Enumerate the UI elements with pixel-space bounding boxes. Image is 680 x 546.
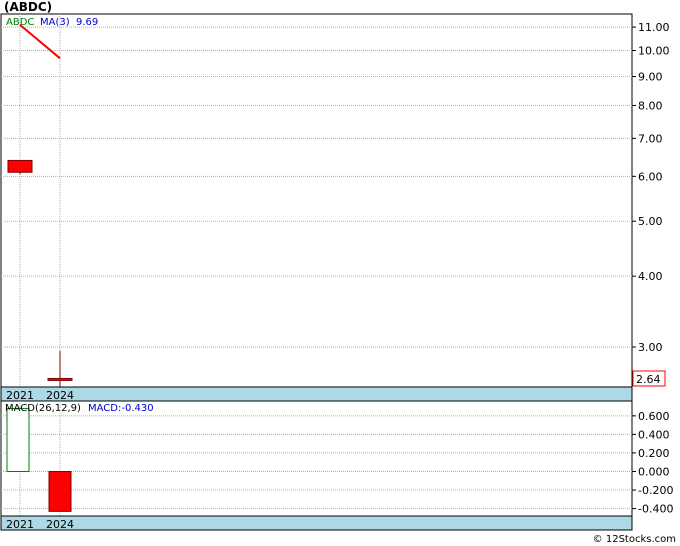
price-x-axis-band [0, 386, 633, 402]
macd-tick-label: 0.200 [638, 447, 670, 460]
macd-tick-label: 0.000 [638, 465, 670, 478]
candle-body [47, 377, 73, 381]
macd-bar [6, 407, 30, 472]
macd-tick-label: 0.400 [638, 428, 670, 441]
price-tick-label: 9.00 [638, 70, 663, 83]
price-x-tick-label: 2021 [6, 389, 34, 402]
price-legend-ma-value: 9.69 [76, 17, 98, 28]
price-legend-ticker: ABDC [6, 17, 34, 28]
price-tick-label: 3.00 [638, 341, 663, 354]
macd-x-axis-band [0, 515, 633, 531]
price-tick-label: 10.00 [638, 45, 670, 58]
macd-legend-value: MACD:-0.430 [88, 403, 154, 414]
price-legend-ma-label: MA(3) [40, 17, 70, 28]
credit-text: © 12Stocks.com [592, 534, 676, 545]
macd-x-tick-label: 2021 [6, 518, 34, 531]
macd-bar [48, 470, 72, 512]
macd-tick-label: -0.400 [638, 503, 673, 516]
stock-chart: 11.00 10.00 9.00 8.00 7.00 6.00 5.00 4.00 3.00 2… [0, 13, 673, 531]
macd-tick-label: 0.600 [638, 410, 670, 423]
candle-body [7, 159, 33, 173]
price-tick-label: 4.00 [638, 270, 663, 283]
last-price-label: 2.64 [636, 373, 661, 386]
price-panel-frame [0, 13, 633, 388]
macd-x-tick-label: 2024 [46, 518, 74, 531]
macd-panel-frame [0, 400, 633, 517]
macd-tick-label: -0.200 [638, 484, 673, 497]
price-tick-label: 7.00 [638, 132, 663, 145]
price-tick-label: 5.00 [638, 215, 663, 228]
price-tick-label: 6.00 [638, 170, 663, 183]
macd-legend-name: MACD(26,12,9) [5, 403, 81, 414]
price-x-tick-label: 2024 [46, 389, 74, 402]
price-tick-label: 8.00 [638, 99, 663, 112]
price-tick-label: 11.00 [638, 21, 670, 34]
